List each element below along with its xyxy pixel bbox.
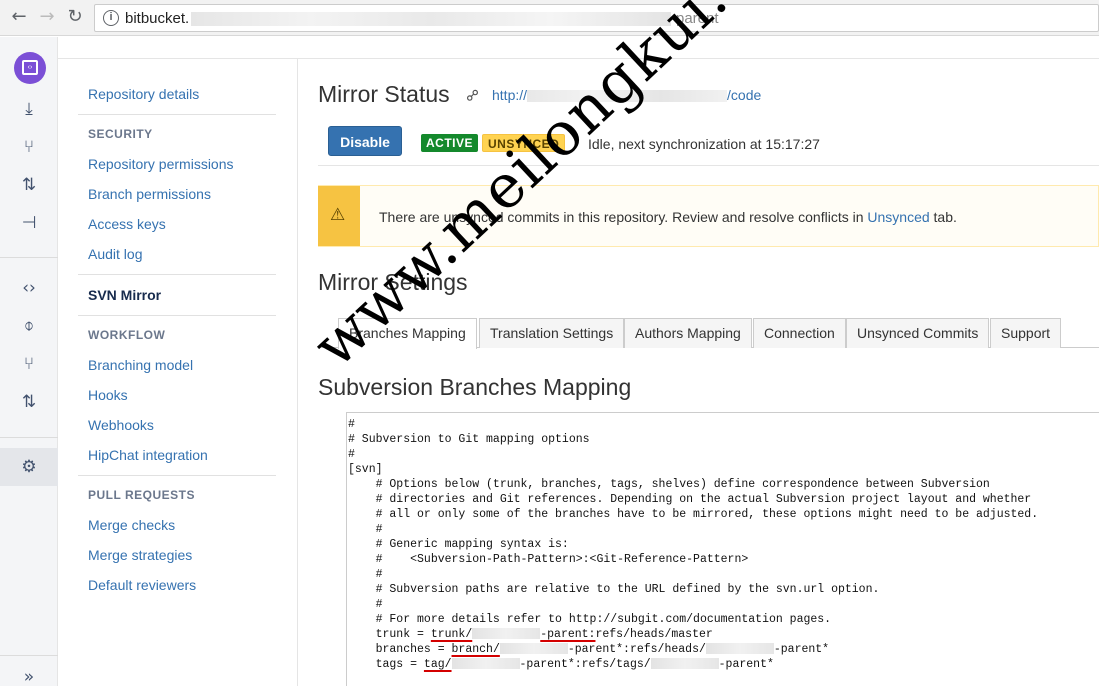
sidebar-item-access-keys[interactable]: Access keys: [88, 216, 166, 232]
unsynced-link[interactable]: Unsynced: [867, 209, 929, 225]
sidebar-item-merge-checks[interactable]: Merge checks: [88, 517, 175, 533]
source-icon[interactable]: ‹›: [17, 276, 41, 300]
disable-button[interactable]: Disable: [328, 126, 402, 156]
warning-text-end: tab.: [929, 209, 957, 225]
sync-status-text: Idle, next synchronization at 15:17:27: [588, 136, 820, 152]
config-line-trunk: trunk = trunk/-parent:refs/heads/master: [348, 628, 713, 641]
config-line: #: [348, 598, 383, 611]
warning-icon: ⚠: [330, 205, 346, 225]
config-line: # Options below (trunk, branches, tags, …: [348, 478, 990, 491]
settings-tabs: Branches Mapping Translation Settings Au…: [318, 318, 1099, 349]
config-text[interactable]: # # Subversion to Git mapping options # …: [348, 417, 1038, 672]
back-arrow-icon[interactable]: ←: [8, 6, 30, 28]
pull-requests-icon[interactable]: ⇅: [17, 390, 41, 414]
page-title: Mirror Status: [318, 81, 450, 107]
tab-unsynced-commits[interactable]: Unsynced Commits: [846, 318, 990, 348]
url-start: http://: [492, 87, 528, 103]
tab-translation-settings[interactable]: Translation Settings: [479, 318, 625, 348]
tab-support[interactable]: Support: [990, 318, 1062, 348]
expand-sidebar-icon[interactable]: »: [17, 665, 41, 689]
gear-icon[interactable]: ⚙: [17, 455, 41, 479]
clone-icon[interactable]: ⤓: [17, 97, 41, 121]
settings-sidebar: Repository details SECURITY Repository p…: [58, 59, 298, 686]
config-editor[interactable]: # # Subversion to Git mapping options # …: [346, 412, 1099, 686]
sidebar-divider: [78, 274, 276, 275]
config-line: #: [348, 568, 383, 581]
branches-icon[interactable]: ⑂: [17, 352, 41, 376]
sidebar-item-audit-log[interactable]: Audit log: [88, 246, 142, 262]
sidebar-divider: [78, 475, 276, 476]
sidebar-item-merge-strategies[interactable]: Merge strategies: [88, 547, 192, 563]
fork-icon[interactable]: ⊣: [17, 211, 41, 235]
tab-authors-mapping[interactable]: Authors Mapping: [624, 318, 752, 348]
sidebar-header-workflow: WORKFLOW: [88, 328, 166, 342]
config-line: # directories and Git references. Depend…: [348, 493, 1032, 506]
config-line: # For more details refer to http://subgi…: [348, 613, 832, 626]
config-line-tags: tags = tag/-parent*:refs/tags/-parent*: [348, 658, 774, 671]
commits-icon[interactable]: ⌽: [17, 314, 41, 338]
rail-divider: [0, 257, 58, 258]
rail-divider: [0, 655, 58, 656]
config-line: # <Subversion-Path-Pattern>:<Git-Referen…: [348, 553, 749, 566]
sidebar-item-hooks[interactable]: Hooks: [88, 387, 128, 403]
global-nav-rail: ‹› ⤓ ⑂ ⇅ ⊣ ‹› ⌽ ⑂ ⇅ ⚙ »: [0, 37, 58, 689]
code-icon: ‹›: [22, 60, 38, 75]
sidebar-item-branching-model[interactable]: Branching model: [88, 357, 193, 373]
sidebar-item-branch-permissions[interactable]: Branch permissions: [88, 186, 211, 202]
config-line: # Generic mapping syntax is:: [348, 538, 569, 551]
reload-icon[interactable]: ↻: [64, 6, 86, 28]
config-line: #: [348, 418, 355, 431]
config-line-branches: branches = branch/-parent*:refs/heads/-p…: [348, 643, 830, 656]
create-branch-icon[interactable]: ⑂: [17, 135, 41, 159]
sidebar-item-svn-mirror[interactable]: SVN Mirror: [88, 287, 161, 303]
browser-toolbar: ← → ↻ i bitbucket. -parent: [0, 0, 1099, 36]
forward-arrow-icon[interactable]: →: [36, 6, 58, 28]
url-prefix: bitbucket.: [125, 10, 190, 27]
config-line: #: [348, 523, 383, 536]
link-icon: ⚯: [461, 84, 485, 107]
sidebar-item-hipchat-integration[interactable]: HipChat integration: [88, 447, 208, 463]
config-line: # all or only some of the branches have …: [348, 508, 1039, 521]
create-pull-request-icon[interactable]: ⇅: [17, 173, 41, 197]
url-end: /code: [727, 87, 762, 103]
rail-divider: [0, 437, 58, 438]
branches-mapping-title: Subversion Branches Mapping: [318, 374, 632, 400]
sidebar-divider: [78, 114, 276, 115]
sidebar-item-default-reviewers[interactable]: Default reviewers: [88, 577, 196, 593]
sidebar-header-pull-requests: PULL REQUESTS: [88, 488, 195, 502]
sidebar-item-repository-permissions[interactable]: Repository permissions: [88, 156, 234, 172]
config-line: #: [348, 448, 355, 461]
config-line: # Subversion to Git mapping options: [348, 433, 590, 446]
config-line: # Subversion paths are relative to the U…: [348, 583, 880, 596]
tab-connection[interactable]: Connection: [753, 318, 846, 348]
main-content: Mirror Status ⚯ http:// /code Disable ACT…: [298, 59, 1099, 686]
address-bar[interactable]: i bitbucket. -parent: [94, 4, 1099, 32]
repository-avatar[interactable]: ‹›: [14, 52, 46, 84]
sidebar-divider: [78, 315, 276, 316]
active-badge: ACTIVE: [421, 134, 479, 152]
url-redaction: [191, 12, 671, 26]
sidebar-item-repository-details[interactable]: Repository details: [88, 86, 199, 102]
sidebar-item-webhooks[interactable]: Webhooks: [88, 417, 154, 433]
config-line: [svn]: [348, 463, 383, 476]
section-divider: [318, 165, 1099, 166]
site-info-icon[interactable]: i: [103, 10, 119, 26]
sidebar-header-security: SECURITY: [88, 127, 153, 141]
